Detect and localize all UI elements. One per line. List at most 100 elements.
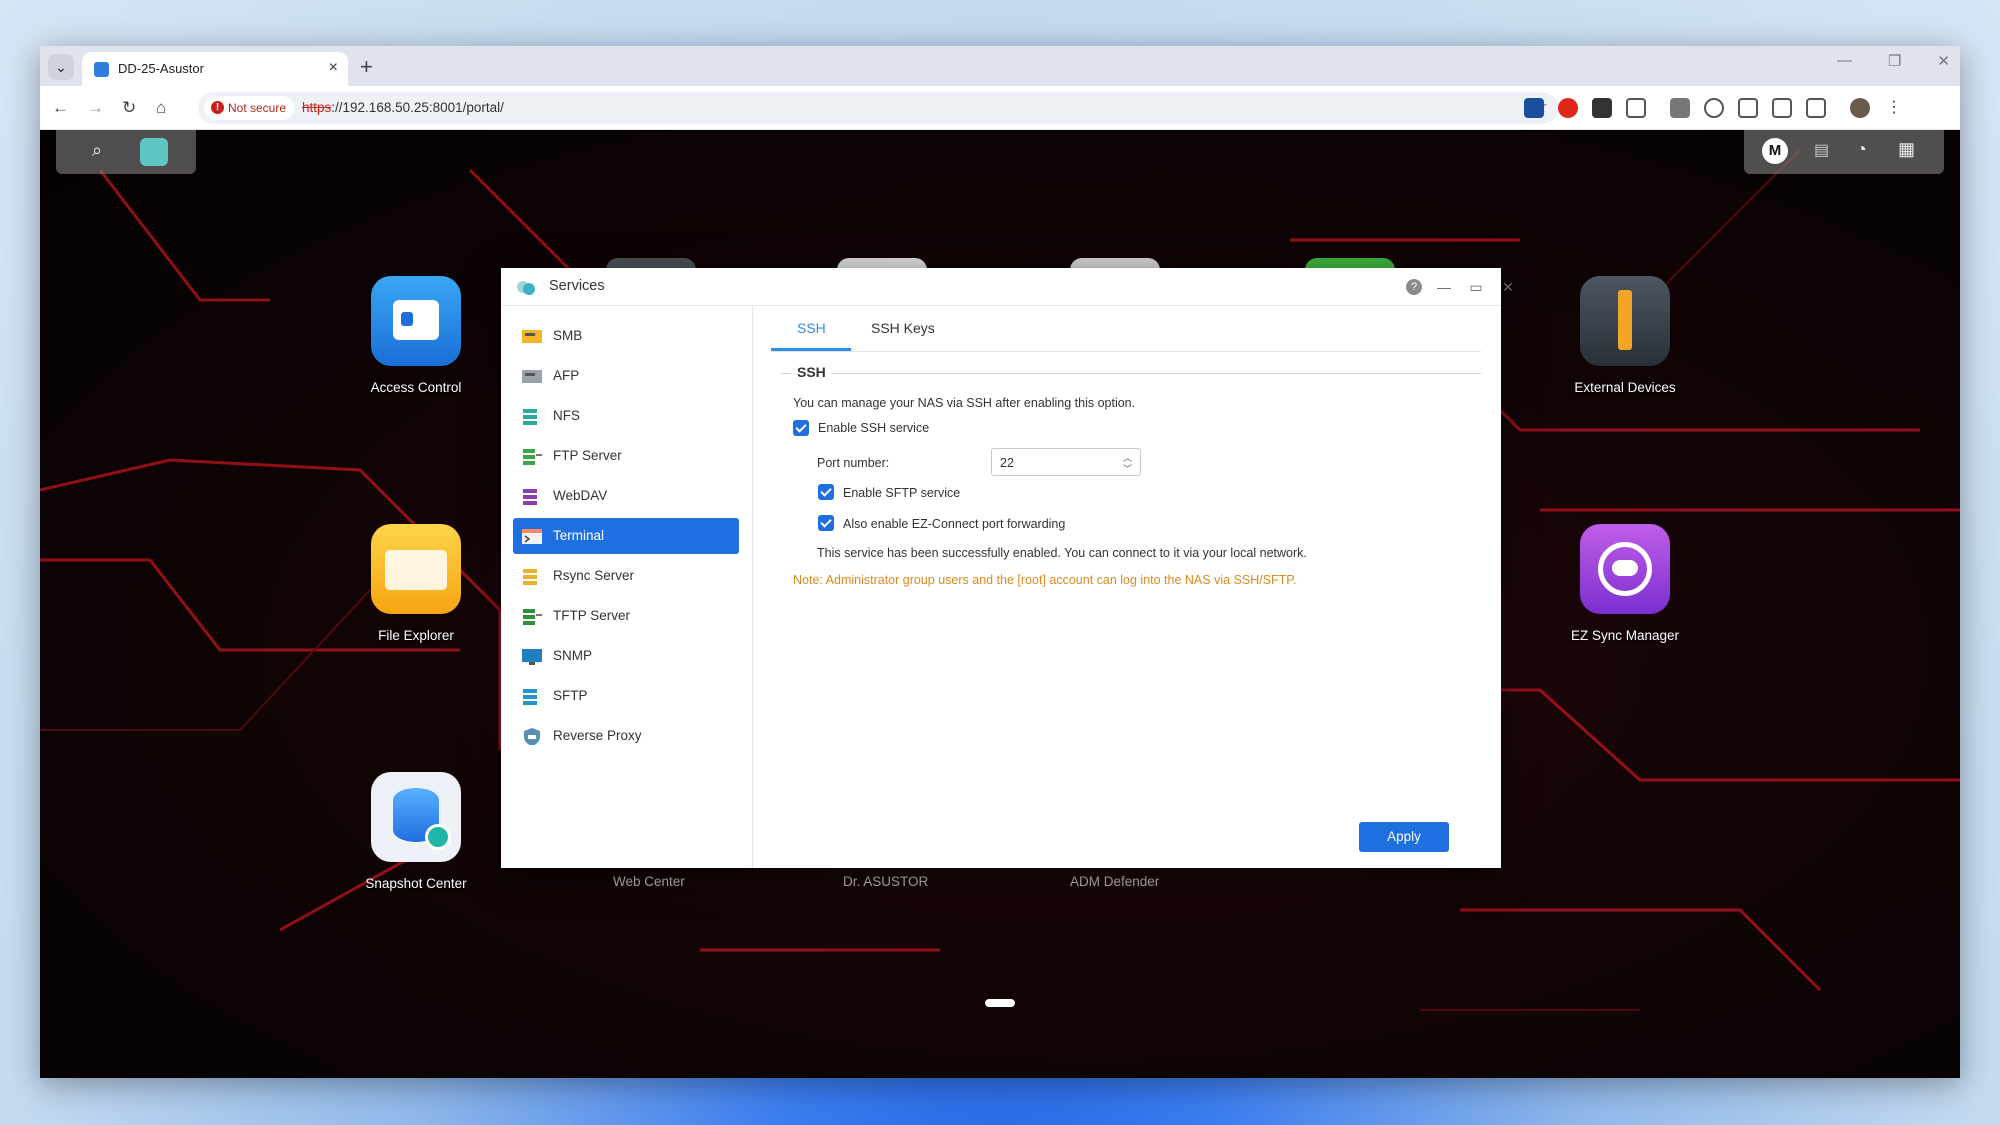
forward-icon[interactable]: → bbox=[87, 98, 104, 118]
sidebar-item-label: TFTP Server bbox=[553, 608, 631, 623]
reload-icon[interactable]: ↻ bbox=[122, 98, 136, 118]
enable-sftp-label[interactable]: Enable SFTP service bbox=[843, 486, 960, 500]
afp-icon bbox=[522, 370, 542, 383]
sidebar-item-webdav[interactable]: WebDAV bbox=[513, 478, 739, 514]
sftp-icon bbox=[523, 689, 537, 705]
dialog-titlebar[interactable]: Services ? — ▭ ✕ bbox=[501, 268, 1514, 306]
cloud-sync-icon bbox=[1580, 524, 1670, 614]
password-key-icon[interactable] bbox=[1704, 98, 1724, 118]
page-indicator[interactable] bbox=[985, 999, 1015, 1007]
terminal-icon bbox=[522, 529, 542, 544]
app-label: External Devices bbox=[1574, 380, 1676, 395]
maximize-icon[interactable]: ▭ bbox=[1466, 277, 1486, 297]
sidebar-item-terminal[interactable]: Terminal bbox=[513, 518, 739, 554]
browser-tab[interactable]: DD-25-Asustor × bbox=[82, 52, 348, 86]
extension-puzzle-icon[interactable] bbox=[1626, 98, 1646, 118]
app-label: Access Control bbox=[370, 380, 462, 395]
minimize-window-icon[interactable]: — bbox=[1837, 52, 1852, 70]
close-window-icon[interactable]: ✕ bbox=[1937, 52, 1950, 70]
home-icon[interactable]: ⌂ bbox=[156, 98, 166, 118]
url-text[interactable]: https://192.168.50.25:8001/portal/ bbox=[302, 100, 504, 115]
restore-window-icon[interactable]: ❐ bbox=[1888, 52, 1901, 70]
sidebar-item-label: FTP Server bbox=[553, 448, 622, 463]
sidebar-item-label: WebDAV bbox=[553, 488, 608, 503]
sidebar-item-label: NFS bbox=[553, 408, 580, 423]
browser-toolbar: ← → ↻ ⌂ Not secure https://192.168.50.25… bbox=[40, 86, 1960, 130]
sidebar-item-label: Terminal bbox=[553, 528, 605, 543]
sidebar-item-label: AFP bbox=[553, 368, 580, 383]
tab-ssh[interactable]: SSH bbox=[797, 320, 826, 336]
enable-sftp-checkbox[interactable] bbox=[818, 484, 834, 500]
sidebar-item-rsync-server[interactable]: Rsync Server bbox=[513, 558, 739, 594]
sidebar-item-smb[interactable]: SMB bbox=[513, 318, 739, 354]
ghost-app-label[interactable]: ADM Defender bbox=[1070, 874, 1159, 889]
section-title: SSH bbox=[797, 364, 826, 380]
reading-mode-icon[interactable] bbox=[1772, 98, 1792, 118]
port-number-value[interactable]: 22 bbox=[1000, 456, 1014, 470]
tab-close-icon[interactable]: × bbox=[329, 59, 338, 77]
extension-opera-icon[interactable] bbox=[1558, 98, 1578, 118]
tab-ssh-keys[interactable]: SSH Keys bbox=[871, 320, 935, 336]
widgets-icon[interactable]: ▦ bbox=[1898, 139, 1915, 160]
adm-toolbar-left: ⌕ bbox=[56, 130, 196, 174]
extension-grid-icon[interactable] bbox=[1592, 98, 1612, 118]
user-avatar[interactable]: M bbox=[1762, 138, 1788, 164]
port-number-input[interactable]: 22 ︿ ﹀ bbox=[991, 448, 1141, 476]
extension-incognito-icon[interactable] bbox=[1670, 98, 1690, 118]
address-bar[interactable]: Not secure https://192.168.50.25:8001/po… bbox=[198, 92, 1558, 124]
ghost-app-label[interactable]: Web Center bbox=[613, 874, 685, 889]
tab-bar: SSH SSH Keys bbox=[771, 306, 1481, 352]
app-file-explorer[interactable]: File Explorer bbox=[336, 524, 496, 643]
app-access-control[interactable]: Access Control bbox=[336, 276, 496, 395]
adm-services-shortcut-icon[interactable] bbox=[140, 138, 168, 166]
sidebar-item-reverse-proxy[interactable]: Reverse Proxy bbox=[513, 718, 739, 754]
snapshot-icon bbox=[371, 772, 461, 862]
extension-shield-icon[interactable] bbox=[1524, 98, 1544, 118]
sidebar-item-sftp[interactable]: SFTP bbox=[513, 678, 739, 714]
sidebar-item-snmp[interactable]: SNMP bbox=[513, 638, 739, 674]
apply-button[interactable]: Apply bbox=[1359, 822, 1449, 852]
profile-avatar[interactable] bbox=[1850, 98, 1870, 118]
app-ez-sync-manager[interactable]: EZ Sync Manager bbox=[1545, 524, 1705, 643]
enable-ssh-label[interactable]: Enable SSH service bbox=[818, 421, 929, 435]
sidebar-item-afp[interactable]: AFP bbox=[513, 358, 739, 394]
tab-search-chevron-icon[interactable]: ⌄ bbox=[48, 54, 74, 80]
sidebar-item-ftp-server[interactable]: FTP Server bbox=[513, 438, 739, 474]
back-icon[interactable]: ← bbox=[52, 98, 69, 118]
services-sidebar: SMB AFP NFS FTP Server WebDAV Terminal R… bbox=[501, 306, 753, 868]
tab-strip: ⌄ DD-25-Asustor × + — ❐ ✕ bbox=[40, 46, 1960, 86]
activity-monitor-icon[interactable]: ◔ bbox=[1856, 139, 1867, 160]
browser-menu-icon[interactable]: ⋮ bbox=[1884, 98, 1904, 118]
adm-search-icon[interactable]: ⌕ bbox=[92, 140, 102, 161]
dialog-title: Services bbox=[549, 278, 605, 294]
trash-icon[interactable] bbox=[1738, 98, 1758, 118]
tab-title: DD-25-Asustor bbox=[118, 61, 204, 76]
side-panel-icon[interactable] bbox=[1806, 98, 1826, 118]
not-secure-badge[interactable]: Not secure bbox=[204, 96, 295, 120]
new-tab-button[interactable]: + bbox=[360, 54, 373, 80]
ghost-app-label[interactable]: Dr. ASUSTOR bbox=[843, 874, 928, 889]
help-icon[interactable]: ? bbox=[1406, 279, 1422, 295]
extension-icons: ⋮ bbox=[1524, 98, 1904, 118]
enable-ssh-checkbox[interactable] bbox=[793, 420, 809, 436]
adm-toolbar-right: M ▤ ◔ ▦ bbox=[1744, 130, 1944, 174]
usb-icon bbox=[1580, 276, 1670, 366]
minimize-icon[interactable]: — bbox=[1434, 277, 1454, 297]
app-external-devices[interactable]: External Devices bbox=[1545, 276, 1705, 395]
sidebar-item-nfs[interactable]: NFS bbox=[513, 398, 739, 434]
close-icon[interactable]: ✕ bbox=[1498, 277, 1518, 297]
sidebar-item-tftp-server[interactable]: TFTP Server bbox=[513, 598, 739, 634]
tftp-icon bbox=[523, 609, 542, 625]
notification-icon[interactable]: ▤ bbox=[1814, 140, 1829, 160]
app-snapshot-center[interactable]: Snapshot Center bbox=[336, 772, 496, 891]
ez-connect-label[interactable]: Also enable EZ-Connect port forwarding bbox=[843, 517, 1065, 531]
smb-icon bbox=[522, 330, 542, 343]
ez-connect-checkbox[interactable] bbox=[818, 515, 834, 531]
ftp-icon bbox=[523, 449, 542, 465]
ssh-settings-panel: SSH SSH Keys SSH You can manage your NAS… bbox=[753, 306, 1501, 868]
nfs-icon bbox=[523, 409, 537, 425]
spin-down-icon[interactable]: ﹀ bbox=[1123, 462, 1132, 475]
app-label: File Explorer bbox=[378, 628, 454, 643]
status-message: This service has been successfully enabl… bbox=[817, 546, 1307, 560]
folder-icon bbox=[371, 524, 461, 614]
